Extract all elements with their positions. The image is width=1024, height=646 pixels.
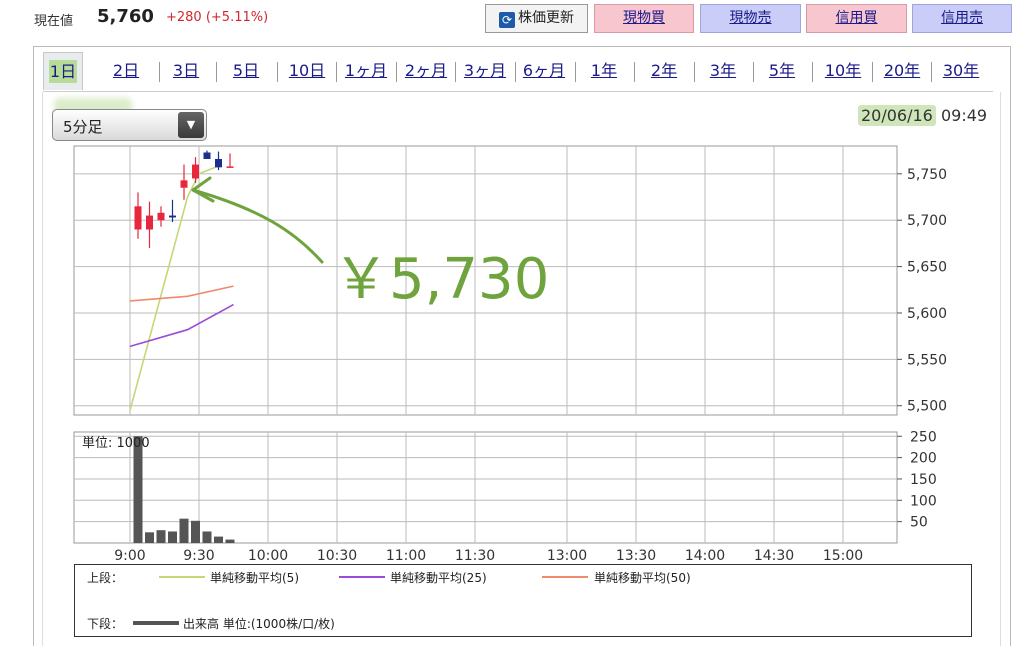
- legend-lower-label: 下段：: [87, 617, 124, 631]
- candle-body: [157, 212, 165, 221]
- x-tick-label: 11:30: [455, 548, 495, 564]
- x-tick-label: 13:30: [616, 548, 656, 564]
- price-tick-label: 5,550: [907, 352, 947, 368]
- candle: [134, 192, 142, 239]
- candle-body: [169, 215, 176, 218]
- x-tick-label: 14:00: [685, 548, 725, 564]
- volume-bars: [133, 436, 235, 543]
- candle-body: [203, 152, 211, 159]
- legend-volume-label: 出来高 単位:(1000株/口/枚): [183, 617, 335, 631]
- volume-bar: [145, 532, 154, 543]
- moving-average-lines: [129, 163, 234, 411]
- volume-tick-label: 200: [910, 451, 937, 467]
- legend-upper-label: 上段：: [87, 571, 124, 585]
- x-tick-label: 9:30: [183, 548, 214, 564]
- volume-unit-label: 単位: 1000: [82, 435, 150, 451]
- x-tick-label: 15:00: [823, 548, 863, 564]
- legend-upper-row: 上段： 単純移動平均(5) 単純移動平均(25) 単純移動平均(50): [87, 569, 967, 585]
- x-tick-label: 14:30: [754, 548, 794, 564]
- volume-bar: [179, 518, 189, 543]
- legend-sma25-label: 単純移動平均(25): [390, 571, 487, 585]
- price-tick-label: 5,750: [907, 167, 947, 183]
- moving-average-line: [129, 303, 234, 348]
- moving-average-line: [129, 285, 234, 302]
- candle-body: [134, 206, 142, 230]
- chart-legend: 上段： 単純移動平均(5) 単純移動平均(25) 単純移動平均(50) 下段： …: [74, 564, 972, 637]
- x-tick-label: 10:30: [317, 548, 357, 564]
- x-tick-label: 13:00: [547, 548, 587, 564]
- volume-bar: [156, 530, 166, 543]
- candle-body: [215, 158, 222, 168]
- x-tick-label: 9:00: [114, 548, 145, 564]
- candle-body: [226, 166, 234, 168]
- candle-body: [192, 164, 199, 179]
- volume-y-ticks: 250 200 150 100 50: [897, 429, 937, 531]
- candle: [226, 153, 234, 168]
- volume-tick-label: 50: [910, 515, 928, 531]
- volume-tick-label: 150: [910, 472, 937, 488]
- candle: [180, 164, 188, 200]
- legend-sma50-swatch: [542, 576, 588, 578]
- volume-bar: [202, 531, 212, 543]
- legend-sma25-swatch: [339, 576, 385, 578]
- candle: [146, 201, 153, 249]
- x-tick-label: 11:00: [386, 548, 426, 564]
- volume-bar: [168, 531, 177, 543]
- legend-lower-row: 下段： 出来高 単位:(1000株/口/枚): [87, 615, 967, 631]
- volume-bar: [133, 436, 143, 543]
- volume-bar: [225, 539, 235, 543]
- legend-sma5-swatch: [159, 576, 205, 578]
- x-tick-label: 10:00: [248, 548, 288, 564]
- legend-sma50-label: 単純移動平均(50): [594, 571, 691, 585]
- volume-tick-label: 250: [910, 429, 937, 445]
- chart-svg: 5,750 5,700 5,650 5,600 5,550 5,500 250 200 150…: [73, 145, 947, 564]
- candle-body: [180, 180, 188, 188]
- candle: [203, 150, 211, 159]
- candle: [169, 199, 176, 223]
- legend-volume-swatch: [133, 621, 179, 625]
- annotation-price: ￥5,730: [333, 247, 549, 312]
- price-tick-label: 5,650: [907, 260, 947, 276]
- volume-bar: [214, 536, 223, 543]
- candle-body: [146, 215, 153, 230]
- candle: [192, 157, 199, 184]
- candle: [215, 151, 222, 171]
- price-tick-label: 5,500: [907, 399, 947, 415]
- volume-bar: [191, 520, 200, 543]
- legend-sma5-label: 単純移動平均(5): [210, 571, 299, 585]
- volume-tick-label: 100: [910, 493, 937, 509]
- price-tick-label: 5,700: [907, 213, 947, 229]
- price-y-ticks: 5,750 5,700 5,650 5,600 5,550 5,500: [897, 167, 947, 415]
- price-tick-label: 5,600: [907, 306, 947, 322]
- moving-average-line: [129, 163, 223, 411]
- x-ticks: 9:00 9:30 10:00 10:30 11:00 11:30 13:00 13:30 14…: [114, 548, 863, 564]
- candle: [157, 206, 165, 227]
